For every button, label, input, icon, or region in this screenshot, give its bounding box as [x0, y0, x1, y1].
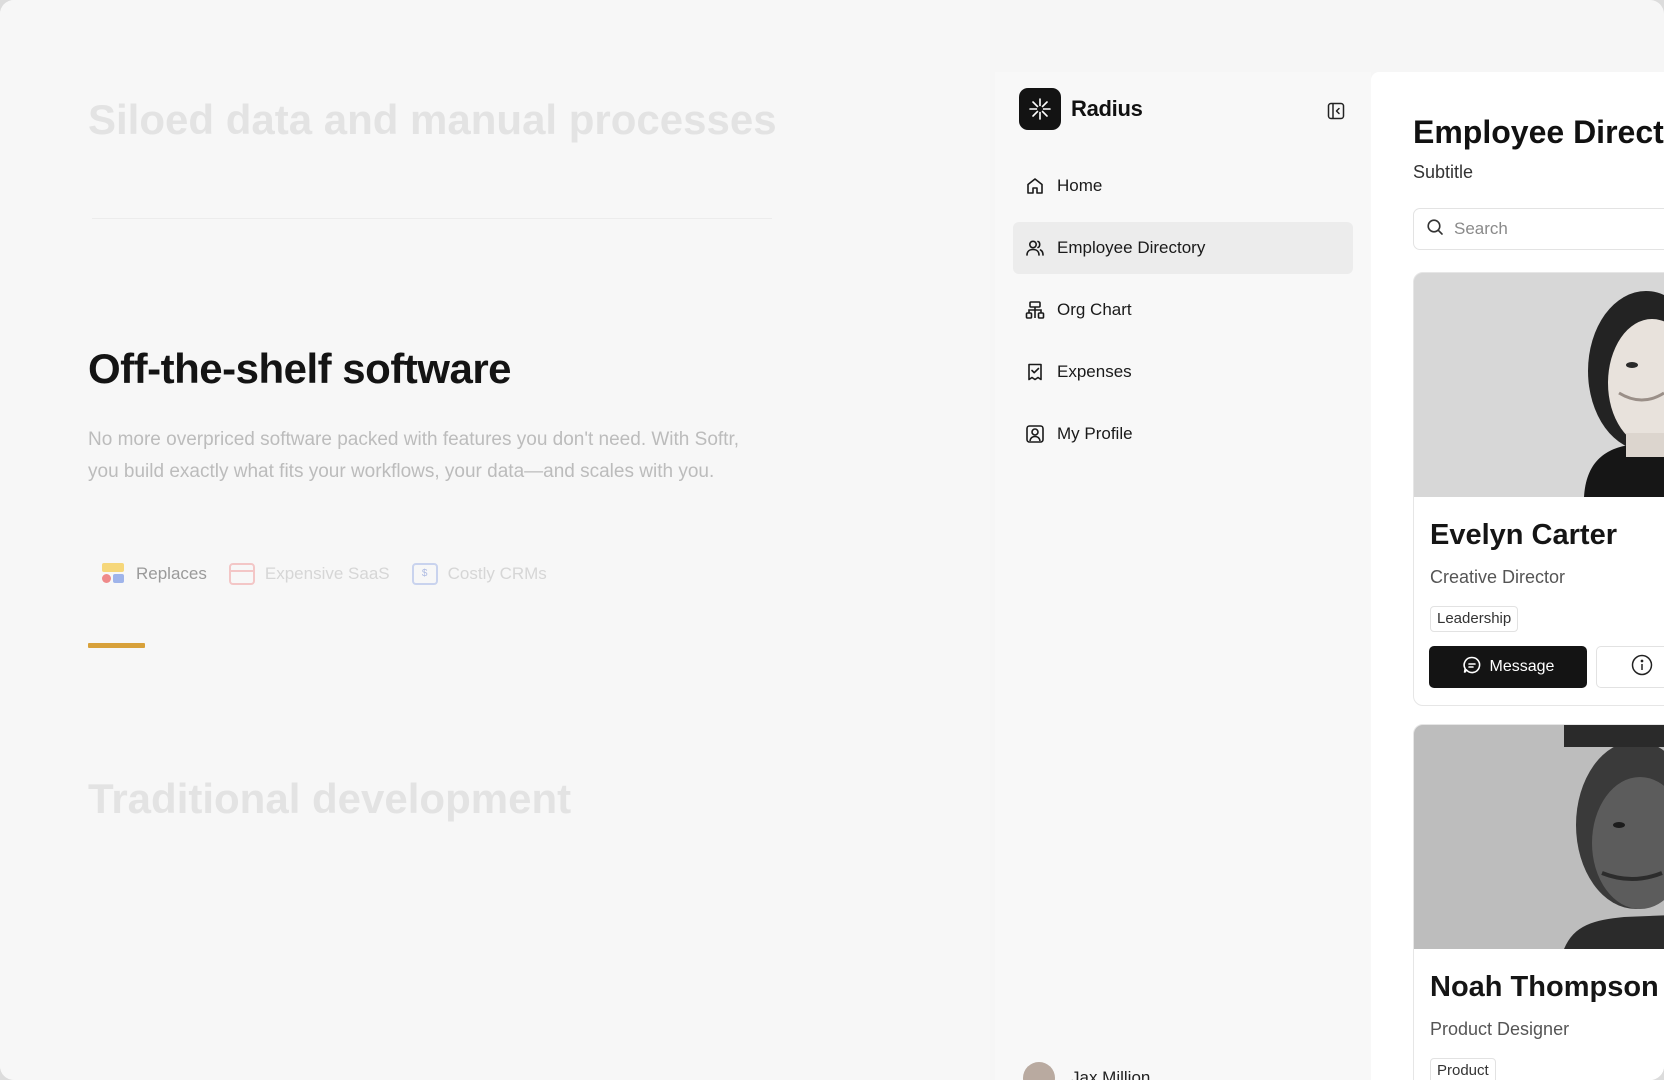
search-icon: [1426, 218, 1444, 241]
replaces-item-label: Expensive SaaS: [264, 564, 390, 583]
info-icon: [1631, 654, 1653, 681]
home-icon: [1025, 176, 1045, 196]
employee-card[interactable]: Evelyn Carter Creative Director Leadersh…: [1413, 272, 1664, 706]
replaces-row: Replaces Expensive SaaS $ Costly CRMs: [100, 560, 569, 588]
user-name: Jax Million: [1071, 1068, 1151, 1080]
message-button[interactable]: Message: [1429, 646, 1587, 688]
replaces-item-label: Costly CRMs: [447, 564, 547, 583]
info-button[interactable]: [1596, 646, 1664, 688]
page-subtitle: Subtitle: [1413, 162, 1474, 182]
sidebar-item-my-profile[interactable]: My Profile: [1013, 408, 1353, 460]
message-button-label: Message: [1489, 658, 1555, 675]
app-frame: Siloed data and manual processes Off-the…: [0, 0, 1664, 1080]
marketing-section: Siloed data and manual processes Off-the…: [0, 0, 990, 1080]
replaces-label-item: Replaces: [100, 563, 207, 585]
employee-name: Noah Thompson: [1430, 971, 1659, 1003]
sidebar-item-label: Expenses: [1057, 362, 1132, 381]
department-tag: Leadership: [1430, 606, 1519, 632]
employee-role: Product Designer: [1430, 1019, 1570, 1039]
blocks-icon: [100, 563, 126, 585]
org-chart-icon: [1025, 300, 1045, 320]
sidebar: Radius Home Employee Directory Org Chart…: [995, 72, 1371, 1080]
section-heading: Off-the-shelf software: [88, 345, 512, 392]
employee-card[interactable]: Noah Thompson Product Designer Product: [1413, 724, 1664, 1080]
search-input[interactable]: [1452, 218, 1656, 240]
replaces-item: $ Costly CRMs: [411, 563, 547, 585]
sidebar-collapse-icon[interactable]: [1327, 102, 1345, 120]
page-title: Employee Directory: [1413, 114, 1664, 150]
accent-bar: [88, 643, 145, 648]
department-tag: Product: [1430, 1058, 1496, 1080]
brand[interactable]: Radius: [1019, 88, 1143, 130]
sidebar-item-home[interactable]: Home: [1013, 160, 1353, 212]
faded-heading-bottom: Traditional development: [88, 775, 572, 822]
receipt-icon: [1025, 362, 1045, 382]
sidebar-nav: Home Employee Directory Org Chart Expens…: [1013, 160, 1353, 470]
employee-name: Evelyn Carter: [1430, 519, 1617, 551]
sidebar-item-employee-directory[interactable]: Employee Directory: [1013, 222, 1353, 274]
radius-logo-icon: [1019, 88, 1061, 130]
divider: [92, 218, 772, 219]
search-box: [1413, 208, 1664, 250]
replaces-item: Expensive SaaS: [228, 563, 390, 585]
faded-heading-top: Siloed data and manual processes: [88, 96, 777, 143]
employee-role: Creative Director: [1430, 567, 1566, 587]
user-menu[interactable]: Jax Million: [1023, 1062, 1150, 1080]
sidebar-item-label: Home: [1057, 176, 1103, 195]
sidebar-item-expenses[interactable]: Expenses: [1013, 346, 1353, 398]
section-description: No more overpriced software packed with …: [88, 429, 740, 482]
replaces-label: Replaces: [136, 564, 207, 583]
sidebar-item-label: Employee Directory: [1057, 238, 1206, 257]
chat-icon: [1462, 655, 1482, 680]
users-icon: [1025, 238, 1045, 258]
window-icon: [228, 563, 255, 585]
app-preview: Radius Home Employee Directory Org Chart…: [995, 72, 1664, 1080]
employee-photo: [1414, 273, 1664, 497]
dollar-bill-icon: $: [411, 563, 438, 585]
brand-name: Radius: [1071, 96, 1143, 121]
avatar: [1023, 1062, 1055, 1080]
sidebar-item-label: Org Chart: [1057, 300, 1132, 319]
employee-photo: [1414, 725, 1664, 949]
main-content: Employee Directory Subtitle: [1371, 72, 1664, 1080]
profile-icon: [1025, 424, 1045, 444]
sidebar-item-label: My Profile: [1057, 424, 1133, 443]
sidebar-item-org-chart[interactable]: Org Chart: [1013, 284, 1353, 336]
